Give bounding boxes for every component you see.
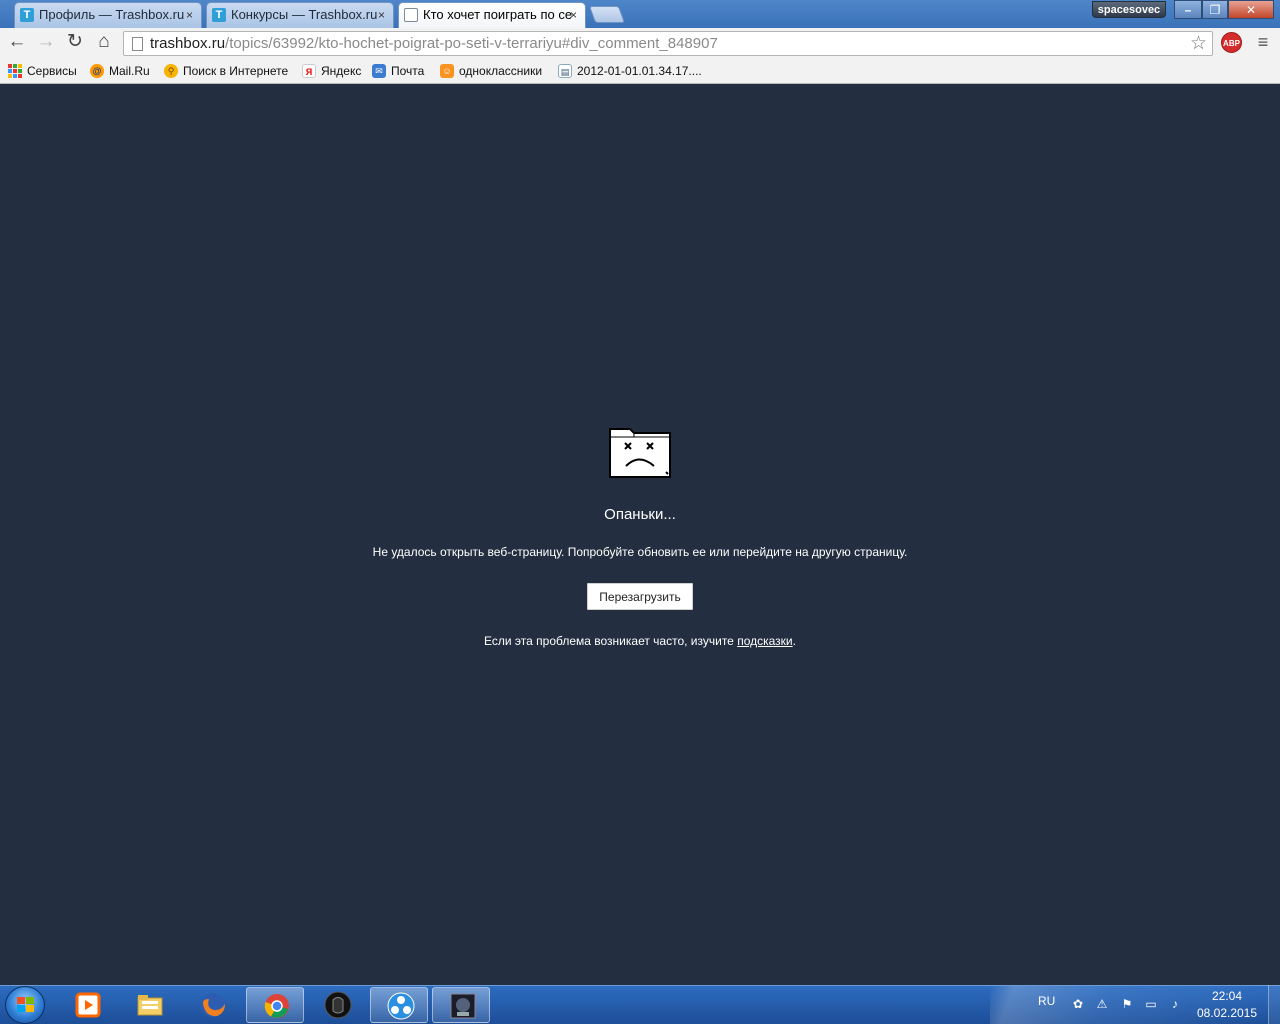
show-desktop-button[interactable] <box>1268 985 1280 1024</box>
bookmark-file[interactable]: ▤ 2012-01-01.01.34.17.... <box>558 62 702 80</box>
error-message: Не удалось открыть веб-страницу. Попробу… <box>372 545 908 559</box>
error-tips: Если эта проблема возникает часто, изучи… <box>484 634 796 648</box>
fan-app-icon <box>387 992 415 1020</box>
volume-icon[interactable]: ♪ <box>1168 997 1182 1011</box>
clock-date[interactable]: 08.02.2015 <box>1196 1006 1258 1020</box>
mail-icon: ✉ <box>372 64 386 78</box>
page-icon <box>404 8 418 22</box>
address-bar[interactable]: trashbox.ru/topics/63992/kto-hochet-poig… <box>123 31 1213 56</box>
tab-close-icon[interactable]: × <box>186 3 193 27</box>
taskbar-media-player[interactable] <box>58 987 116 1023</box>
tab-title: Конкурсы — Trashbox.ru <box>231 7 378 22</box>
yandex-icon: Я <box>302 64 316 78</box>
reload-button[interactable]: Перезагрузить <box>587 583 693 610</box>
monitor-tray-icon[interactable]: ▭ <box>1144 997 1158 1011</box>
bookmark-mail[interactable]: ✉ Почта <box>372 62 424 80</box>
file-icon: ▤ <box>558 64 572 78</box>
trashbox-favicon-icon: T <box>212 8 226 22</box>
bookmark-services[interactable]: Сервисы <box>8 62 77 80</box>
game-app-icon <box>450 993 476 1019</box>
taskbar-firefox[interactable] <box>183 987 241 1023</box>
tab-contests[interactable]: T Конкурсы — Trashbox.ru × <box>206 2 394 28</box>
mailru-icon: @ <box>90 64 104 78</box>
search-globe-icon: ⚲ <box>164 64 178 78</box>
minimize-icon[interactable]: – <box>1174 0 1202 19</box>
close-window-icon[interactable]: ✕ <box>1228 0 1274 19</box>
back-arrow-icon[interactable]: ← <box>5 30 29 54</box>
new-tab-button[interactable] <box>588 6 626 23</box>
reload-icon[interactable]: ↻ <box>63 30 87 54</box>
apps-grid-icon <box>8 64 22 78</box>
menu-icon[interactable]: ≡ <box>1253 32 1273 52</box>
taskbar-chrome[interactable] <box>246 987 304 1023</box>
tab-close-icon[interactable]: × <box>378 3 385 27</box>
bookmark-odnoklassniki[interactable]: ☺ одноклассники <box>440 62 542 80</box>
tab-title: Профиль — Trashbox.ru <box>39 7 185 22</box>
odnoklassniki-icon: ☺ <box>440 64 454 78</box>
url-text[interactable]: trashbox.ru/topics/63992/kto-hochet-poig… <box>150 35 718 52</box>
media-player-icon <box>75 992 101 1018</box>
taskbar-dark-app[interactable] <box>308 987 366 1023</box>
profile-badge[interactable]: spacesovec <box>1092 1 1166 18</box>
chrome-icon <box>264 994 289 1018</box>
dark-app-icon <box>324 991 352 1019</box>
error-title: Опаньки... <box>604 506 676 523</box>
taskbar-game-app[interactable] <box>432 987 490 1023</box>
clock-time[interactable]: 22:04 <box>1200 989 1254 1003</box>
tab-close-icon[interactable]: × <box>570 3 577 27</box>
firefox-icon <box>201 993 225 1017</box>
tab-active-topic[interactable]: Кто хочет поиграть по се × <box>398 2 586 28</box>
tips-link[interactable]: подсказки <box>737 634 792 648</box>
adblock-icon[interactable]: ABP <box>1221 32 1242 53</box>
windows-logo-icon <box>17 997 35 1013</box>
page-icon <box>132 37 143 51</box>
file-explorer-icon <box>137 995 163 1016</box>
flag-tray-icon[interactable]: ⚑ <box>1120 997 1134 1011</box>
forward-arrow-icon[interactable]: → <box>34 30 58 54</box>
taskbar-explorer[interactable] <box>120 987 178 1023</box>
start-button[interactable] <box>5 986 45 1024</box>
bookmark-yandex[interactable]: Я Яндекс <box>302 62 361 80</box>
home-icon[interactable]: ⌂ <box>92 30 116 54</box>
tab-title: Кто хочет поиграть по се <box>423 7 573 22</box>
trashbox-favicon-icon: T <box>20 8 34 22</box>
bookmark-search[interactable]: ⚲ Поиск в Интернете <box>164 62 288 80</box>
sad-folder-icon <box>609 428 671 478</box>
tab-profile[interactable]: T Профиль — Trashbox.ru × <box>14 2 202 28</box>
network-tray-icon[interactable]: ✿ <box>1071 997 1085 1011</box>
warning-tray-icon[interactable]: ⚠ <box>1095 997 1109 1011</box>
bookmark-star-icon[interactable]: ☆ <box>1190 32 1207 55</box>
maximize-icon[interactable]: ❐ <box>1202 0 1228 19</box>
taskbar-fan-app[interactable] <box>370 987 428 1023</box>
bookmark-mailru[interactable]: @ Mail.Ru <box>90 62 150 80</box>
language-indicator[interactable]: RU <box>1038 994 1055 1008</box>
